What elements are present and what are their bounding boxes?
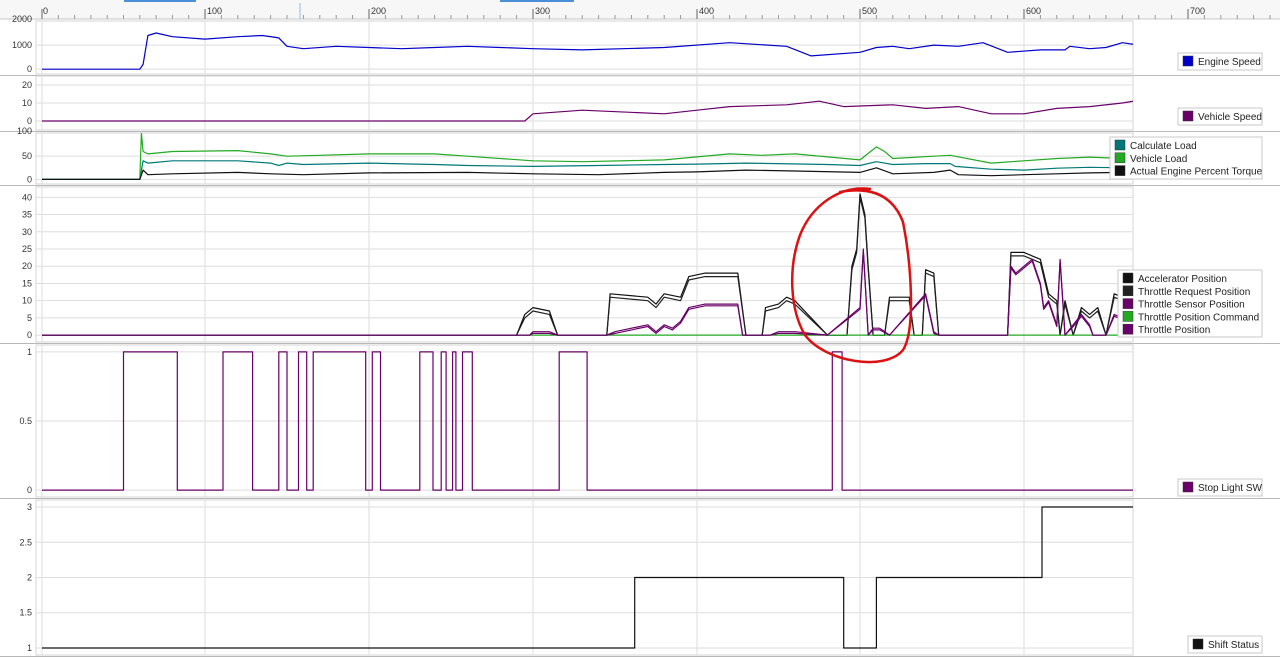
- legend-swatch: [1122, 311, 1134, 322]
- x-tick-label: 100: [207, 6, 222, 16]
- x-tick-label: 500: [862, 6, 877, 16]
- x-tick-label: 600: [1026, 6, 1041, 16]
- legend-swatch: [1114, 139, 1126, 151]
- y-tick-label: 10: [22, 98, 32, 108]
- y-tick-label: 1: [27, 643, 32, 653]
- legend-label: Actual Engine Percent Torque: [1130, 167, 1263, 178]
- y-tick-label: 2: [27, 573, 32, 583]
- legend-swatch: [1122, 298, 1134, 309]
- legend-label: Vehicle Load: [1130, 154, 1187, 165]
- x-axis-strip: [0, 0, 1280, 19]
- y-tick-label: 35: [22, 210, 32, 220]
- y-tick-label: 2.5: [19, 537, 32, 547]
- scope-chart: 0 100 200 300 400 500 600 700010002000Engine Sp…: [0, 0, 1280, 658]
- x-tick-label: 300: [535, 6, 550, 16]
- y-tick-label: 1.5: [19, 608, 32, 618]
- y-tick-label: 0: [27, 64, 32, 74]
- y-tick-label: 3: [27, 502, 32, 512]
- y-tick-label: 25: [22, 244, 32, 254]
- legend-swatch: [1122, 285, 1134, 297]
- legend-swatch: [1114, 152, 1126, 164]
- legend-label: Engine Speed: [1198, 57, 1261, 68]
- legend-label: Shift Status: [1208, 640, 1259, 651]
- legend-label: Throttle Sensor Position: [1138, 300, 1245, 311]
- legend-label: Accelerator Position: [1138, 274, 1227, 285]
- legend-label: Throttle Position Command: [1138, 312, 1259, 323]
- legend-swatch: [1114, 165, 1126, 176]
- y-tick-label: 0: [27, 330, 32, 340]
- y-tick-label: 0: [27, 116, 32, 126]
- y-tick-label: 5: [27, 313, 32, 323]
- legend-label: Stop Light SW: [1198, 483, 1262, 494]
- legend-swatch: [1182, 55, 1194, 67]
- y-tick-label: 20: [22, 261, 32, 271]
- y-tick-label-clipped: 100: [17, 126, 32, 136]
- legend-swatch: [1192, 638, 1204, 650]
- y-tick-label-clipped: 2000: [12, 14, 32, 24]
- legend-swatch: [1122, 323, 1134, 335]
- y-tick-label: 0: [27, 485, 32, 495]
- y-tick-label: 10: [22, 296, 32, 306]
- x-tick-label: 0: [43, 6, 48, 16]
- legend-swatch: [1122, 272, 1134, 284]
- y-tick-label: 0.5: [19, 416, 32, 426]
- x-tick-label: 200: [371, 6, 386, 16]
- legend-swatch: [1182, 110, 1194, 122]
- y-tick-label: 1: [27, 347, 32, 357]
- y-tick-label: 50: [22, 151, 32, 161]
- chart-background: [0, 0, 1280, 658]
- y-tick-label: 15: [22, 278, 32, 288]
- y-tick-label: 20: [22, 80, 32, 90]
- legend-label: Throttle Position: [1138, 325, 1210, 336]
- y-tick-label: 30: [22, 227, 32, 237]
- legend-label: Calculate Load: [1130, 141, 1197, 152]
- legend-swatch: [1182, 481, 1194, 493]
- x-tick-label: 700: [1190, 6, 1205, 16]
- y-tick-label: 0: [27, 174, 32, 184]
- x-tick-label: 400: [699, 6, 714, 16]
- y-tick-label: 40: [22, 192, 32, 202]
- legend-label: Vehicle Speed: [1198, 112, 1262, 123]
- legend-label: Throttle Request Position: [1138, 287, 1250, 298]
- y-tick-label: 1000: [12, 40, 32, 50]
